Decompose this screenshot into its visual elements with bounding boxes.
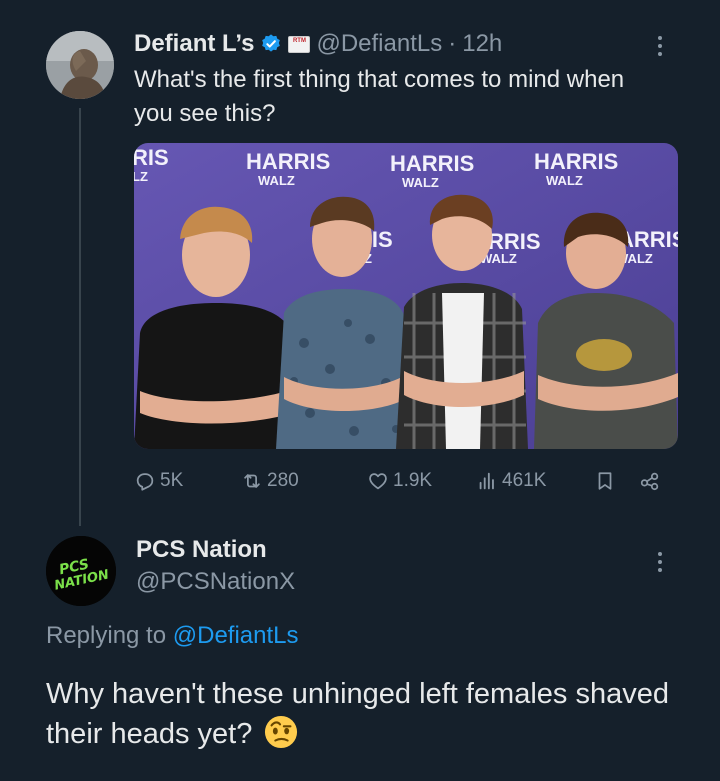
reply-count: 5K [160, 470, 184, 491]
verified-badge-icon[interactable] [260, 33, 282, 55]
like-button[interactable]: 1.9K [367, 464, 432, 498]
photo-four-men-backdrop: RIS LZ HARRIS WALZ HARRIS WALZ HARRIS WA… [134, 143, 678, 449]
backdrop-text: HARRIS [246, 149, 330, 174]
backdrop-text: HARRIS [534, 149, 618, 174]
reply-more-options-icon[interactable] [650, 546, 670, 578]
tweet-media-image[interactable]: RIS LZ HARRIS WALZ HARRIS WALZ HARRIS WA… [134, 143, 678, 449]
backdrop-text: HARRIS [390, 151, 474, 176]
backdrop-text: WALZ [258, 173, 295, 188]
affiliate-badge-icon[interactable]: RTM [288, 35, 311, 53]
replying-prefix: Replying to [46, 622, 167, 649]
tweet-text: What's the first thing that comes to min… [134, 66, 625, 127]
reply-author-handle[interactable]: @PCSNationX [136, 568, 295, 596]
bookmark-button[interactable] [594, 464, 616, 498]
separator-dot: · [448, 30, 457, 57]
views-count: 461K [502, 470, 547, 491]
backdrop-text: RIS [134, 145, 169, 170]
share-icon [640, 472, 659, 491]
tweet-header: Defiant L’s RTM @DefiantLs · 12h [134, 26, 502, 62]
author-handle[interactable]: @DefiantLs [316, 30, 442, 58]
bookmark-icon [598, 472, 612, 490]
more-options-icon[interactable] [650, 30, 670, 62]
thread-line [79, 108, 81, 526]
backdrop-text: LZ [134, 169, 148, 184]
like-count: 1.9K [393, 470, 433, 491]
views-chart-icon [479, 472, 494, 490]
tweet-time[interactable]: 12h [462, 30, 502, 58]
author-avatar[interactable] [46, 31, 114, 99]
reply-icon [136, 473, 154, 491]
heart-icon [369, 473, 387, 490]
backdrop-text: WALZ [402, 175, 439, 190]
pcs-nation-logo: PCS NATION [46, 536, 116, 606]
backdrop-text: WALZ [546, 173, 583, 188]
avatar-photo [46, 31, 114, 99]
reply-text-block: Why haven't these unhinged left females … [46, 674, 686, 754]
reply-author-name[interactable]: PCS Nation [136, 536, 267, 564]
raised-eyebrow-emoji-icon [265, 715, 298, 749]
tweet-action-bar: 5K 280 1.9K 461K [134, 464, 674, 498]
reply-button[interactable]: 5K [134, 464, 183, 498]
share-button[interactable] [639, 464, 661, 498]
repost-button[interactable]: 280 [241, 464, 299, 498]
views-button[interactable]: 461K [476, 464, 546, 498]
reply-author-avatar[interactable]: PCS NATION [46, 536, 116, 606]
author-name[interactable]: Defiant L’s [134, 30, 254, 58]
replying-to: Replying to @DefiantLs [46, 622, 299, 650]
replying-to-handle[interactable]: @DefiantLs [173, 622, 299, 649]
reply-text: Why haven't these unhinged left females … [46, 678, 669, 750]
repost-count: 280 [267, 470, 299, 491]
repost-icon [244, 474, 260, 488]
